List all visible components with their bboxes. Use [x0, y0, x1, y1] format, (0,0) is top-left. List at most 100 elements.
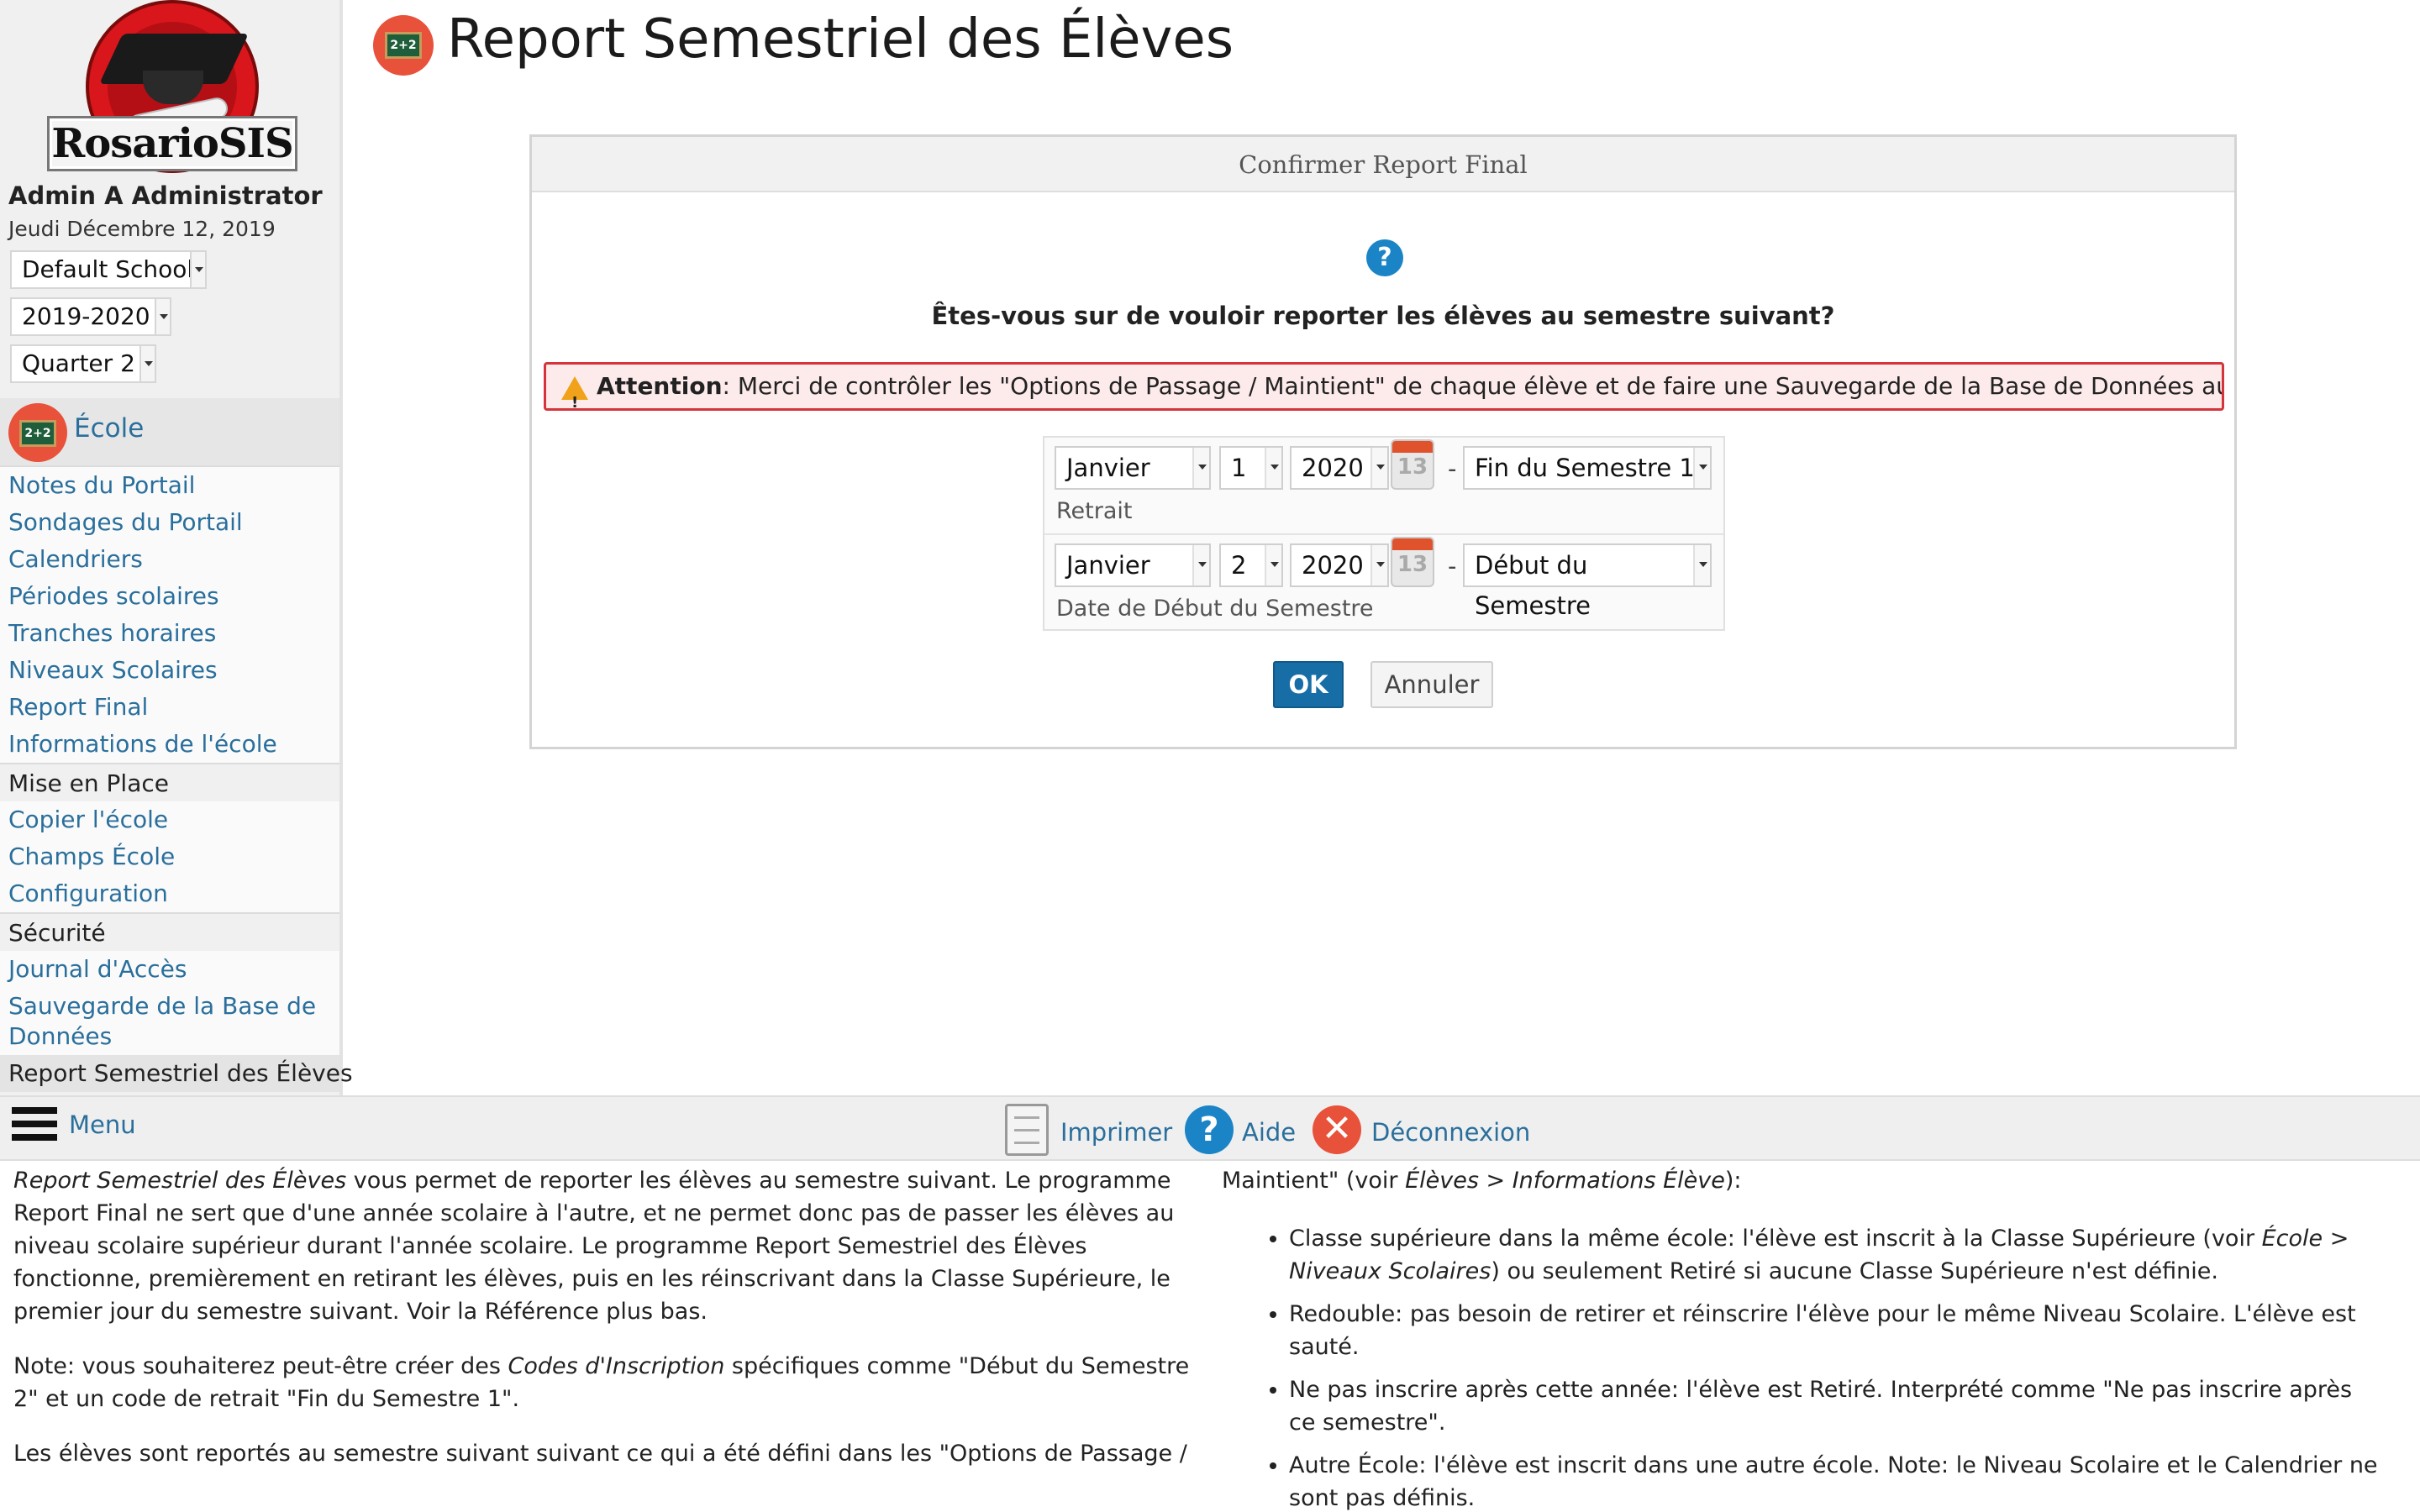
sidebar-item-calendars[interactable]: Calendriers — [0, 541, 339, 578]
list-item: Ne pas inscrire après cette année: l'élè… — [1289, 1373, 2381, 1439]
sidebar: RosarioSIS Admin A Administrator Jeudi D… — [0, 0, 353, 1095]
nav-group-school: Notes du Portail Sondages du Portail Cal… — [0, 465, 353, 1092]
sidebar-item-periods[interactable]: Tranches horaires — [0, 615, 339, 652]
sidebar-item-access-log[interactable]: Journal d'Accès — [0, 951, 339, 988]
marking-period-select[interactable]: Quarter 2 — [10, 344, 156, 383]
start-day-select[interactable]: 2 — [1219, 543, 1283, 587]
school-select-value: Default School — [22, 255, 194, 283]
sidebar-item-configuration[interactable]: Configuration — [0, 875, 339, 912]
dialog-title: Confirmer Report Final — [532, 137, 2234, 192]
bottom-toolbar: Menu Imprimer ? Aide ✕ Déconnexion — [0, 1095, 2420, 1161]
sidebar-item-school-information[interactable]: Informations de l'école — [0, 726, 339, 763]
menu-link[interactable]: Menu — [69, 1110, 136, 1139]
drop-day-value: 1 — [1231, 454, 1247, 482]
drop-year-select[interactable]: 2020 — [1290, 446, 1389, 490]
help-link[interactable]: Aide — [1242, 1109, 1296, 1156]
drop-code-select[interactable]: Fin du Semestre 1 — [1463, 446, 1712, 490]
sidebar-item-portal-notes[interactable]: Notes du Portail — [0, 467, 339, 504]
chevron-down-icon — [1370, 545, 1387, 585]
separator: - — [1448, 552, 1457, 580]
start-day-value: 2 — [1231, 551, 1247, 580]
module-school[interactable]: 2+2 École — [0, 398, 339, 465]
user-name: Admin A Administrator — [8, 181, 323, 210]
sidebar-item-school-fields[interactable]: Champs École — [0, 838, 339, 875]
sidebar-heading-setup: Mise en Place — [0, 763, 339, 801]
chevron-down-icon — [1693, 545, 1710, 585]
confirm-question: Êtes-vous sur de vouloir reporter les él… — [931, 302, 1835, 330]
warning-title: Attention — [597, 372, 723, 400]
calendar-icon[interactable]: 13 — [1391, 439, 1434, 490]
school-module-icon: 2+2 — [8, 403, 67, 462]
drop-label: Retrait — [1056, 498, 1133, 524]
ok-button[interactable]: OK — [1273, 661, 1344, 708]
page-module-icon: 2+2 — [373, 15, 434, 76]
page-title: Report Semestriel des Élèves — [447, 8, 1234, 71]
warning-icon — [561, 376, 588, 408]
sidebar-item-rollover[interactable]: Report Final — [0, 689, 339, 726]
sidebar-item-semester-rollover[interactable]: Report Semestriel des Élèves — [0, 1055, 353, 1092]
chalkboard-icon: 2+2 — [385, 32, 422, 59]
chevron-down-icon — [1192, 545, 1209, 585]
module-label: École — [74, 413, 145, 444]
calendar-icon[interactable]: 13 — [1391, 537, 1434, 587]
help-column-left: Report Semestriel des Élèves vous permet… — [13, 1164, 1198, 1492]
help-list: Classe supérieure dans la même école: l'… — [1222, 1222, 2381, 1512]
start-year-select[interactable]: 2020 — [1290, 543, 1389, 587]
chevron-down-icon — [1693, 448, 1710, 488]
warning-message: Attention: Merci de contrôler les "Optio… — [544, 362, 2224, 411]
chevron-down-icon — [155, 299, 170, 334]
print-link[interactable]: Imprimer — [1060, 1109, 1172, 1156]
sidebar-item-database-backup[interactable]: Sauvegarde de la Base de Données — [0, 988, 339, 1055]
list-item: Autre École: l'élève est inscrit dans un… — [1289, 1449, 2381, 1512]
drop-code-value: Fin du Semestre 1 — [1475, 454, 1695, 482]
sidebar-item-copy-school[interactable]: Copier l'école — [0, 801, 339, 838]
start-year-value: 2020 — [1302, 551, 1364, 580]
drop-month-value: Janvier — [1066, 454, 1150, 482]
current-date: Jeudi Décembre 12, 2019 — [8, 217, 276, 241]
list-item: Redouble: pas besoin de retirer et réins… — [1289, 1298, 2381, 1363]
cancel-button[interactable]: Annuler — [1370, 661, 1493, 708]
separator: - — [1448, 454, 1457, 483]
start-code-value: Début du Semestre — [1475, 551, 1591, 620]
logout-link[interactable]: Déconnexion — [1371, 1109, 1530, 1156]
start-month-select[interactable]: Janvier — [1055, 543, 1211, 587]
print-icon[interactable] — [1005, 1104, 1049, 1156]
warning-text: : Merci de contrôler les "Options de Pas… — [722, 372, 2224, 400]
date-fields-box: Janvier 1 2020 13 - Fin du Semestre 1 Re… — [1043, 436, 1725, 631]
school-select[interactable]: Default School — [10, 250, 207, 289]
list-item: Classe supérieure dans la même école: l'… — [1289, 1222, 2381, 1288]
chevron-down-icon — [1192, 448, 1209, 488]
help-paragraph: Maintient" (voir Élèves > Informations É… — [1222, 1168, 1742, 1194]
semester-start-label: Date de Début du Semestre — [1056, 596, 1374, 622]
school-year-value: 2019-2020 — [22, 302, 150, 330]
chevron-down-icon — [190, 252, 205, 287]
drop-day-select[interactable]: 1 — [1219, 446, 1283, 490]
chevron-down-icon — [1265, 448, 1281, 488]
chevron-down-icon — [1265, 545, 1281, 585]
sidebar-item-marking-periods[interactable]: Périodes scolaires — [0, 578, 339, 615]
question-icon: ? — [1366, 239, 1403, 276]
sidebar-item-grade-levels[interactable]: Niveaux Scolaires — [0, 652, 339, 689]
logo-wordmark: RosarioSIS — [47, 116, 297, 171]
logout-icon[interactable]: ✕ — [1313, 1105, 1361, 1154]
start-code-select[interactable]: Début du Semestre — [1463, 543, 1712, 620]
drop-year-value: 2020 — [1302, 454, 1364, 482]
drop-date-row: Janvier 1 2020 13 - Fin du Semestre 1 Re… — [1044, 438, 1723, 533]
help-paragraph: Note: vous souhaiterez peut-être créer d… — [13, 1353, 1190, 1412]
help-icon[interactable]: ? — [1185, 1105, 1234, 1154]
school-year-select[interactable]: 2019-2020 — [10, 297, 171, 336]
help-paragraph: Les élèves sont reportés au semestre sui… — [13, 1441, 1187, 1467]
rosariosis-logo[interactable]: RosarioSIS — [47, 0, 297, 173]
chevron-down-icon — [139, 346, 155, 381]
start-month-value: Janvier — [1066, 551, 1150, 580]
chalkboard-icon: 2+2 — [19, 420, 56, 447]
semester-start-row: Janvier 2 2020 13 - Début du Semestre Da… — [1044, 533, 1723, 629]
drop-month-select[interactable]: Janvier — [1055, 446, 1211, 490]
sidebar-item-portal-polls[interactable]: Sondages du Portail — [0, 504, 339, 541]
sidebar-heading-security: Sécurité — [0, 912, 339, 951]
chevron-down-icon — [1370, 448, 1387, 488]
menu-icon[interactable] — [12, 1107, 57, 1147]
help-column-right: Maintient" (voir Élèves > Informations É… — [1222, 1164, 2381, 1512]
confirm-dialog: Confirmer Report Final ? Êtes-vous sur d… — [529, 134, 2237, 749]
help-panel: Report Semestriel des Élèves vous permet… — [0, 1164, 2420, 1512]
